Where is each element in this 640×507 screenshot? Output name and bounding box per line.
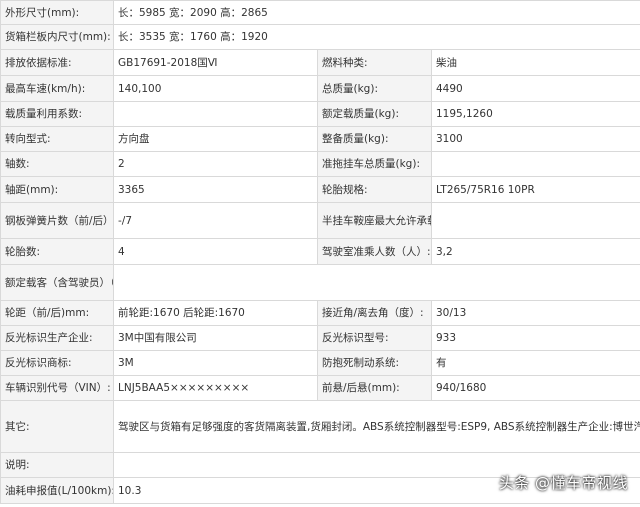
spec-label: 额定载客（含驾驶员）（座位数）:	[0, 264, 114, 301]
spec-value: 3M中国有限公司	[113, 325, 318, 351]
spec-value: 933	[430, 325, 640, 351]
spec-value: 前轮距:1670 后轮距:1670	[113, 300, 318, 326]
spec-label: 驾驶室准乘人数（人）:	[317, 238, 432, 265]
spec-label: 反光标识生产企业:	[0, 325, 114, 351]
spec-value: 4490	[430, 75, 640, 102]
spec-value: 长：3535 宽：1760 高：1920	[112, 24, 640, 50]
table-row: 其它: 驾驶区与货箱有足够强度的客货隔离装置,货厢封闭。ABS系统控制器型号:E…	[0, 400, 640, 453]
spec-value: 2	[113, 151, 318, 177]
spec-value: 有	[430, 350, 640, 376]
spec-label: 接近角/离去角（度）:	[317, 300, 432, 326]
spec-label: 轮胎规格:	[317, 176, 432, 203]
spec-label: 最高车速(km/h):	[0, 75, 114, 102]
table-row: 轴距(mm): 3365 轮胎规格: LT265/75R16 10PR	[0, 176, 640, 203]
spec-label: 货箱栏板内尺寸(mm):	[0, 24, 114, 50]
spec-value: 3,2	[430, 238, 640, 265]
spec-label: 轴数:	[0, 151, 114, 177]
table-row: 最高车速(km/h): 140,100 总质量(kg): 4490	[0, 75, 640, 102]
spec-label: 排放依据标准:	[0, 49, 114, 76]
spec-label: 载质量利用系数:	[0, 101, 114, 127]
spec-value: 3M	[113, 350, 318, 376]
spec-label: 反光标识商标:	[0, 350, 114, 376]
spec-value: 4	[113, 238, 318, 265]
spec-value	[113, 101, 318, 127]
spec-value: 长：5985 宽：2090 高：2865	[112, 0, 640, 25]
spec-label: 其它:	[0, 400, 114, 453]
spec-value	[430, 151, 640, 177]
spec-label: 轮距（前/后)mm:	[0, 300, 114, 326]
spec-label: 转向型式:	[0, 126, 114, 152]
table-row: 钢板弹簧片数（前/后）: -/7 半挂车鞍座最大允许承载质量(kg):	[0, 202, 640, 239]
table-row: 车辆识别代号（VIN）: LNJ5BAA5××××××××× 前悬/后悬(mm)…	[0, 375, 640, 401]
spec-label: 钢板弹簧片数（前/后）:	[0, 202, 114, 239]
spec-label: 燃料种类:	[317, 49, 432, 76]
spec-value: -/7	[113, 202, 318, 239]
spec-label: 车辆识别代号（VIN）:	[0, 375, 114, 401]
spec-label: 整备质量(kg):	[317, 126, 432, 152]
table-row: 转向型式: 方向盘 整备质量(kg): 3100	[0, 126, 640, 152]
spec-value: GB17691-2018国Ⅵ	[113, 49, 318, 76]
spec-label: 油耗申报值(L/100km):	[0, 477, 114, 504]
spec-value: 3365	[113, 176, 318, 203]
spec-label: 前悬/后悬(mm):	[317, 375, 432, 401]
spec-value: LT265/75R16 10PR	[430, 176, 640, 203]
table-row: 轮胎数: 4 驾驶室准乘人数（人）: 3,2	[0, 238, 640, 265]
spec-label: 总质量(kg):	[317, 75, 432, 102]
table-row: 额定载客（含驾驶员）（座位数）:	[0, 264, 640, 301]
spec-label: 准拖挂车总质量(kg):	[317, 151, 432, 177]
spec-label: 外形尺寸(mm):	[0, 0, 114, 25]
spec-label: 说明:	[0, 452, 114, 478]
spec-label: 反光标识型号:	[317, 325, 432, 351]
table-row: 载质量利用系数: 额定载质量(kg): 1195,1260	[0, 101, 640, 127]
table-row: 货箱栏板内尺寸(mm): 长：3535 宽：1760 高：1920	[0, 24, 640, 50]
table-row: 外形尺寸(mm): 长：5985 宽：2090 高：2865	[0, 0, 640, 25]
spec-value: LNJ5BAA5×××××××××	[113, 375, 318, 401]
table-row: 排放依据标准: GB17691-2018国Ⅵ 燃料种类: 柴油	[0, 49, 640, 76]
table-row: 反光标识商标: 3M 防抱死制动系统: 有	[0, 350, 640, 376]
spec-value: 30/13	[430, 300, 640, 326]
spec-value: 140,100	[113, 75, 318, 102]
spec-label: 额定载质量(kg):	[317, 101, 432, 127]
watermark: 头条 @懂车帝视线	[498, 474, 628, 492]
table-row: 轴数: 2 准拖挂车总质量(kg):	[0, 151, 640, 177]
spec-value: 3100	[430, 126, 640, 152]
spec-label: 轮胎数:	[0, 238, 114, 265]
spec-value: 1195,1260	[430, 101, 640, 127]
spec-value	[112, 264, 640, 301]
table-row: 反光标识生产企业: 3M中国有限公司 反光标识型号: 933	[0, 325, 640, 351]
spec-value: 柴油	[430, 49, 640, 76]
vehicle-spec-table: 外形尺寸(mm): 长：5985 宽：2090 高：2865 货箱栏板内尺寸(m…	[0, 0, 640, 504]
table-row: 轮距（前/后)mm: 前轮距:1670 后轮距:1670 接近角/离去角（度）:…	[0, 300, 640, 326]
spec-value	[430, 202, 640, 239]
spec-value: 方向盘	[113, 126, 318, 152]
spec-label: 轴距(mm):	[0, 176, 114, 203]
spec-value: 940/1680	[430, 375, 640, 401]
spec-label: 半挂车鞍座最大允许承载质量(kg):	[317, 202, 432, 239]
spec-value: 驾驶区与货箱有足够强度的客货隔离装置,货厢封闭。ABS系统控制器型号:ESP9,…	[112, 400, 640, 453]
spec-label: 防抱死制动系统:	[317, 350, 432, 376]
